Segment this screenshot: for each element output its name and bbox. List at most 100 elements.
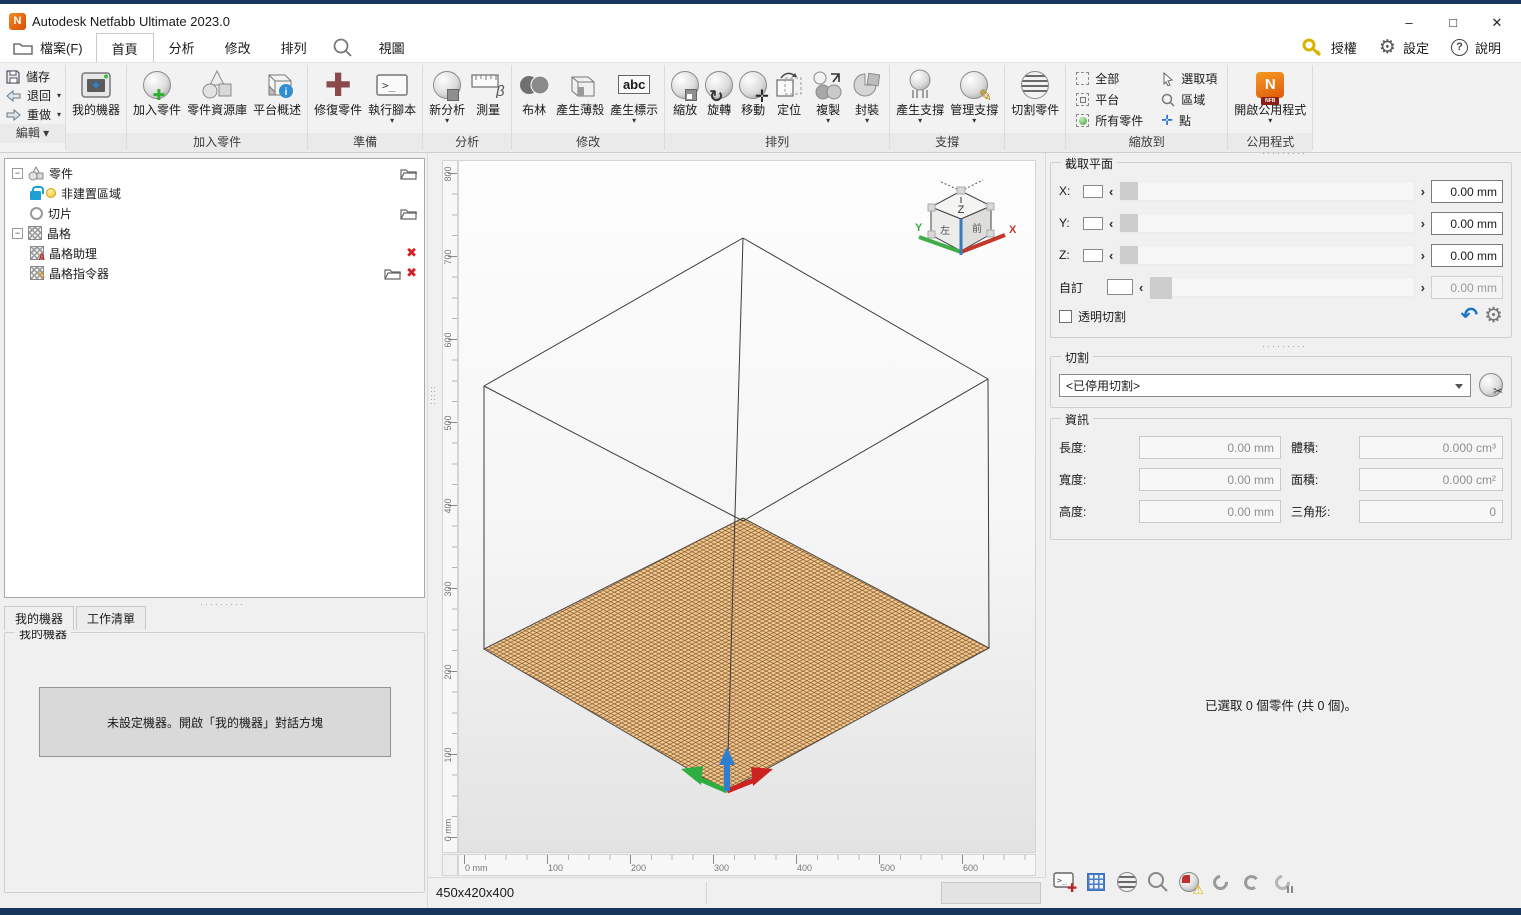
pack-tool-2[interactable] [1238,868,1264,896]
clip-x-value[interactable]: 0.00 mm [1431,180,1503,203]
clip-custom-slider[interactable] [1149,277,1414,297]
cut-parts-button[interactable]: 切割零件 [1008,65,1062,117]
position-button[interactable]: 定位 [770,65,808,117]
tree-item-lattice-commander[interactable]: ✎ 晶格指令器 ✖ [8,263,421,283]
delete-icon[interactable]: ✖ [406,245,417,261]
clip-z-decrease[interactable]: ‹ [1109,249,1113,262]
no-machine-message-button[interactable]: 未設定機器。開啟「我的機器」對話方塊 [39,687,391,757]
tab-analysis[interactable]: 分析 [154,33,210,62]
clip-x-checkbox[interactable] [1083,185,1103,198]
clip-x-slider-thumb[interactable] [1120,182,1138,200]
manage-support-dropdown-arrow[interactable]: ▾ [972,117,976,124]
tree-item-lattice-assistant[interactable]: A 晶格助理 ✖ [8,243,421,263]
zoom-all-button[interactable]: 全部 [1069,68,1150,89]
boolean-button[interactable]: 布林 [515,65,553,117]
slice-view-tool[interactable] [1114,868,1140,896]
splitter-handle[interactable]: ········· [1262,148,1307,158]
move-button[interactable]: ✛ 移動 [736,65,770,117]
undo-button[interactable]: 退回 ▾ [6,86,61,105]
redo-dropdown-arrow[interactable]: ▾ [57,111,61,118]
help-button[interactable]: ? 說明 [1441,38,1511,57]
expander-icon[interactable]: − [12,228,23,239]
analysis-warning-tool[interactable]: ⚠ [1176,868,1202,896]
clip-custom-slider-thumb[interactable] [1150,277,1172,299]
tab-view[interactable]: 視圖 [364,33,420,62]
clip-x-slider[interactable] [1119,181,1414,201]
create-label-dropdown-arrow[interactable]: ▾ [632,117,636,124]
scale-button[interactable]: 縮放 [668,65,702,117]
clip-z-slider-thumb[interactable] [1120,246,1138,264]
pack-save-tool[interactable] [1269,868,1295,896]
undo-dropdown-arrow[interactable]: ▾ [57,92,61,99]
clip-y-value[interactable]: 0.00 mm [1431,212,1503,235]
clip-z-value[interactable]: 0.00 mm [1431,244,1503,267]
cut-tool-button[interactable]: ✂ [1479,373,1503,397]
clipping-settings-icon[interactable]: ⚙ [1484,307,1503,325]
open-utility-button[interactable]: NNFB 開啟公用程式 ▾ [1231,65,1309,124]
clip-y-checkbox[interactable] [1083,217,1103,230]
clip-z-checkbox[interactable] [1083,249,1103,262]
my-machines-button[interactable]: 我的機器 [69,65,123,117]
part-library-button[interactable]: 零件資源庫 [184,65,250,117]
create-label-button[interactable]: abc 產生標示 ▾ [607,65,661,124]
create-support-button[interactable]: 產生支撐 ▾ [893,65,947,124]
delete-icon[interactable]: ✖ [406,265,417,281]
lattice-view-tool[interactable] [1083,868,1109,896]
clip-x-increase[interactable]: › [1421,185,1425,198]
zoom-area-button[interactable]: 區域 [1154,89,1224,110]
panel-divider-right[interactable] [1045,153,1046,908]
rotate-button[interactable]: ↻ 旋轉 [702,65,736,117]
platform-overview-button[interactable]: i 平台概述 [250,65,304,117]
run-script-tool[interactable]: >_✚ [1052,868,1078,896]
view-cube[interactable]: Z 左 前 Y X [909,173,1019,281]
cuts-dropdown[interactable]: <已停用切割> [1059,374,1471,397]
zoom-platform-button[interactable]: 平台 [1069,89,1150,110]
splitter-handle[interactable]: ········· [1262,341,1307,351]
tab-arrange[interactable]: 排列 [266,33,322,62]
tree-item-lattice[interactable]: − 晶格 [8,223,421,243]
zoom-point-button[interactable]: ✛點 [1154,110,1224,131]
tree-item-parts[interactable]: − 零件 [8,163,421,183]
create-shell-button[interactable]: 產生薄殼 [553,65,607,117]
tab-job-list[interactable]: 工作清單 [76,606,146,630]
license-button[interactable]: 授權 [1292,38,1367,58]
zoom-area-tool[interactable] [1145,868,1171,896]
open-folder-icon[interactable] [384,267,401,280]
clip-z-increase[interactable]: › [1421,249,1425,262]
tab-home[interactable]: 首頁 [96,33,154,62]
zoom-selection-button[interactable]: 選取項 [1154,68,1224,89]
open-folder-icon[interactable] [400,207,417,220]
clip-z-slider[interactable] [1119,245,1414,265]
add-part-button[interactable]: ✚ 加入零件 [130,65,184,117]
tree-item-slices[interactable]: 切片 [8,203,421,223]
tab-my-machines[interactable]: 我的機器 [4,606,74,630]
run-scripts-button[interactable]: >_ 執行腳本 ▾ [365,65,419,124]
clip-y-slider[interactable] [1119,213,1414,233]
duplicate-button[interactable]: 複製 ▾ [808,65,848,124]
file-menu-button[interactable]: 檔案(F) [0,33,96,62]
open-utility-dropdown-arrow[interactable]: ▾ [1268,117,1272,124]
expander-icon[interactable]: − [12,168,23,179]
edit-group-menu[interactable]: 編輯 ▾ [0,124,65,143]
pack-button[interactable]: 封裝 ▾ [848,65,886,124]
transparent-cut-checkbox[interactable] [1059,310,1072,323]
clip-custom-checkbox[interactable] [1107,279,1133,295]
clip-x-decrease[interactable]: ‹ [1109,185,1113,198]
create-support-dropdown-arrow[interactable]: ▾ [918,117,922,124]
reset-clipping-icon[interactable]: ↶ [1461,306,1479,326]
open-folder-icon[interactable] [400,167,417,180]
clip-y-decrease[interactable]: ‹ [1109,217,1113,230]
bulb-icon[interactable] [46,188,56,198]
run-scripts-dropdown-arrow[interactable]: ▾ [390,117,394,124]
pack-dropdown-arrow[interactable]: ▾ [865,117,869,124]
zoom-all-parts-button[interactable]: 所有零件 [1069,110,1150,131]
clip-y-increase[interactable]: › [1421,217,1425,230]
search-button[interactable] [322,33,364,62]
pack-tool-1[interactable] [1207,868,1233,896]
clip-custom-increase[interactable]: › [1421,281,1425,294]
clip-custom-decrease[interactable]: ‹ [1139,281,1143,294]
manage-support-button[interactable]: ✎ 管理支撐 ▾ [947,65,1001,124]
redo-button[interactable]: 重做 ▾ [6,105,61,124]
panel-divider-left[interactable] [427,153,428,908]
duplicate-dropdown-arrow[interactable]: ▾ [826,117,830,124]
